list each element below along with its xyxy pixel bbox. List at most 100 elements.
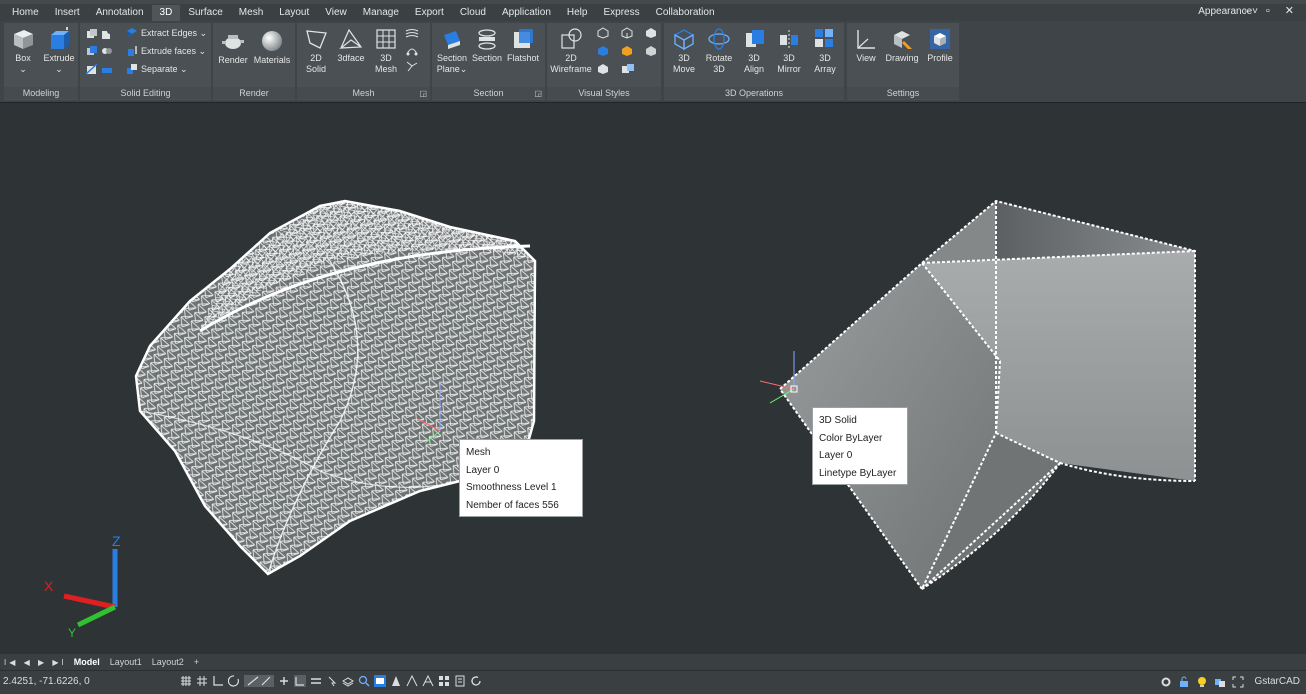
panel-modeling: Box ⌄ Extrude ⌄ Modeling (4, 23, 78, 100)
3d-array-button[interactable]: 3D Array (808, 27, 842, 75)
dynamic-ucs-icon[interactable] (294, 675, 306, 687)
extract-edges-icon (127, 28, 137, 38)
tab-export[interactable]: Export (407, 5, 452, 21)
realistic-style-icon[interactable] (645, 27, 657, 39)
intersect-icon (87, 46, 97, 55)
3d-mirror-label-2: Mirror (777, 64, 801, 74)
ortho-icon[interactable] (212, 675, 224, 687)
drawing-settings-button[interactable]: Drawing (883, 27, 921, 64)
3d-wireframe-icon[interactable] (597, 27, 609, 39)
separate-button[interactable]: Separate ⌄ (126, 63, 188, 75)
edgesurf-icon[interactable] (405, 60, 419, 72)
2d-wireframe-label-1: 2D (565, 53, 577, 63)
fullscreen-icon[interactable] (1232, 676, 1244, 688)
2d-wireframe-button[interactable]: 2D Wireframe (549, 27, 593, 75)
section-plane-button[interactable]: Section Plane⌄ (434, 27, 470, 75)
render-button[interactable]: Render (215, 29, 251, 66)
tab-express[interactable]: Express (595, 5, 647, 21)
layer-icon[interactable] (342, 675, 354, 687)
isolate-objects-icon[interactable] (1214, 676, 1226, 688)
tab-application[interactable]: Application (494, 5, 559, 21)
grid-display-icon[interactable] (180, 675, 192, 687)
xray-style-icon[interactable] (621, 63, 635, 75)
lock-icon[interactable] (1178, 676, 1190, 688)
3d-mesh-button[interactable]: 3D Mesh (371, 27, 401, 75)
gear-icon[interactable] (1160, 676, 1172, 688)
solid-object[interactable] (759, 199, 1196, 591)
model-space-icon[interactable] (374, 675, 386, 687)
auto-scale-icon[interactable] (422, 675, 434, 687)
materials-label: Materials (253, 55, 291, 65)
add-layout-button[interactable]: + (191, 657, 202, 667)
sketchy-style-icon[interactable] (597, 63, 609, 75)
tab-insert[interactable]: Insert (47, 5, 88, 21)
tab-3d[interactable]: 3D (151, 5, 181, 21)
view-label: View (856, 53, 876, 63)
annotation-visibility-icon[interactable] (406, 675, 418, 687)
refresh-icon[interactable] (470, 675, 482, 687)
tab-mesh[interactable]: Mesh (231, 5, 271, 21)
layout-tab-bar: I◀ ◀ ▶ ▶I Model Layout1 Layout2 + (0, 654, 1306, 670)
tab-collaboration[interactable]: Collaboration (648, 5, 723, 21)
view-settings-button[interactable]: View (851, 27, 881, 64)
snap-grid-icon[interactable] (196, 675, 208, 687)
tabsurf-icon[interactable] (405, 44, 419, 56)
drawing-viewport[interactable]: Z X Y Mesh Layer 0 Smoothness Level 1 Ne… (0, 102, 1306, 655)
rotate-3d-button[interactable]: Rotate 3D (702, 27, 736, 75)
tab-layout[interactable]: Layout (271, 5, 317, 21)
dialog-launcher-icon[interactable]: ◲ (419, 89, 427, 98)
snap-tracking-icon[interactable] (278, 675, 290, 687)
profile-settings-button[interactable]: Profile (923, 27, 957, 64)
workspace-grid-icon[interactable] (438, 675, 450, 687)
extrude-label: Extrude (43, 53, 75, 63)
solid-2d-icon (306, 30, 327, 49)
3d-align-label-1: 3D (748, 53, 760, 63)
tab-surface[interactable]: Surface (180, 5, 230, 21)
3d-align-button[interactable]: 3D Align (738, 27, 770, 75)
3d-move-button[interactable]: 3D Move (668, 27, 700, 75)
3d-mirror-button[interactable]: 3D Mirror (772, 27, 806, 75)
mesh-object[interactable] (134, 199, 537, 576)
zoom-icon[interactable] (358, 675, 370, 687)
tab-model[interactable]: Model (71, 657, 103, 667)
selection-cycling-icon[interactable] (326, 675, 338, 687)
tab-layout2[interactable]: Layout2 (149, 657, 187, 667)
hidden-style-icon[interactable] (621, 27, 633, 39)
properties-icon[interactable] (454, 675, 466, 687)
lineweight-icon[interactable] (310, 675, 322, 687)
tab-manage[interactable]: Manage (355, 5, 407, 21)
box-button[interactable]: Box ⌄ (8, 27, 38, 75)
shaded-style-icon[interactable] (597, 45, 609, 57)
section-button[interactable]: Section (470, 27, 504, 64)
solid-2d-button[interactable]: 2D Solid (301, 27, 331, 75)
3dface-icon (339, 28, 363, 49)
panel-title-section: Section (432, 87, 545, 99)
revsurf-icon[interactable] (405, 28, 419, 40)
window-controls[interactable]: – ▫ ✕ (1245, 4, 1300, 17)
tab-help[interactable]: Help (559, 5, 596, 21)
dialog-launcher-icon[interactable]: ◲ (534, 89, 542, 98)
gray-style-icon[interactable] (645, 45, 657, 57)
tab-home[interactable]: Home (4, 5, 47, 21)
extract-edges-button[interactable]: Extract Edges ⌄ (126, 27, 207, 39)
layout-nav-buttons[interactable]: I◀ ◀ ▶ ▶I (4, 658, 67, 667)
lightbulb-icon[interactable] (1196, 676, 1208, 688)
tab-layout1[interactable]: Layout1 (107, 657, 145, 667)
tab-cloud[interactable]: Cloud (452, 5, 494, 21)
box-label: Box (15, 53, 31, 63)
3dface-button[interactable]: 3dface (333, 27, 369, 64)
extrude-faces-button[interactable]: Extrude faces ⌄ (126, 45, 206, 57)
chevron-down-icon: ⌄ (197, 27, 208, 38)
polar-tracking-icon[interactable] (228, 675, 240, 687)
object-snap-icon[interactable] (244, 675, 274, 687)
extract-edges-label: Extract Edges (141, 28, 198, 38)
flatshot-button[interactable]: Flatshot (504, 27, 542, 64)
materials-button[interactable]: Materials (251, 29, 293, 66)
extrude-button[interactable]: Extrude ⌄ (42, 27, 76, 75)
tab-view[interactable]: View (317, 5, 355, 21)
tab-annotation[interactable]: Annotation (88, 5, 152, 21)
conceptual-style-icon[interactable] (621, 45, 633, 57)
menu-bar: Home Insert Annotation 3D Surface Mesh L… (0, 0, 1306, 21)
annotation-scale-icon[interactable] (390, 675, 402, 687)
ucs-icon: Z X Y (44, 533, 121, 640)
